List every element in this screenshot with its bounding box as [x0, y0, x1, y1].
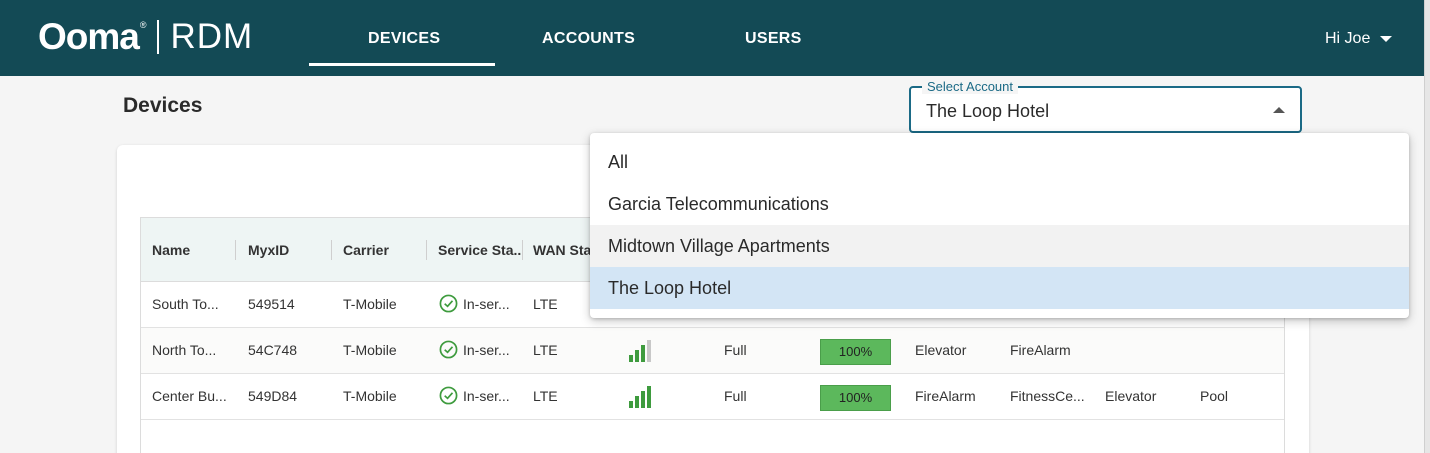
logo-rdm-text: RDM [170, 17, 254, 56]
cell-tag: FireAlarm [915, 388, 976, 404]
cell-name: North To... [152, 342, 217, 358]
column-header-carrier[interactable]: Carrier [343, 242, 389, 258]
page-title: Devices [123, 94, 203, 117]
cell-tag: FireAlarm [1010, 342, 1071, 358]
account-option-the-loop-hotel[interactable]: The Loop Hotel [590, 267, 1409, 309]
cell-wan: LTE [533, 388, 558, 404]
battery-level-badge: 100% [820, 339, 891, 365]
column-divider[interactable] [522, 240, 523, 260]
cell-tag: Pool [1200, 388, 1229, 404]
cell-carrier: T-Mobile [343, 296, 397, 312]
column-header-service-status[interactable]: Service Sta... [438, 242, 522, 258]
tab-accounts[interactable]: ACCOUNTS [542, 30, 635, 48]
chevron-down-icon [1380, 36, 1393, 42]
logo-ooma-text: Ooma [38, 16, 140, 57]
tab-users[interactable]: USERS [745, 30, 802, 48]
top-navbar: Ooma ® RDM DEVICES ACCOUNTS USERS Hi Joe [0, 0, 1424, 76]
ooma-rdm-logo[interactable]: Ooma ® RDM [38, 16, 253, 58]
select-account-label: Select Account [922, 79, 1018, 94]
column-header-name[interactable]: Name [152, 242, 190, 258]
window-scrollbar[interactable] [1424, 0, 1430, 453]
logo-registered-mark: ® [139, 20, 147, 30]
signal-strength-icon [629, 338, 651, 362]
column-header-wan-status[interactable]: WAN Sta [533, 242, 591, 258]
account-option-midtown-village-apartments[interactable]: Midtown Village Apartments [590, 225, 1409, 267]
cell-myxid: 549514 [248, 296, 295, 312]
service-status-text: In-ser... [463, 295, 510, 312]
table-row[interactable]: North To... 54C748 T-Mobile In-ser... LT… [141, 328, 1284, 374]
select-account-field[interactable]: Select Account The Loop Hotel [909, 79, 1302, 133]
cell-power: Full [724, 342, 747, 358]
active-tab-indicator [309, 63, 495, 66]
table-row[interactable]: Center Bu... 549D84 T-Mobile In-ser... L… [141, 374, 1284, 420]
cell-wan: LTE [533, 342, 558, 358]
check-circle-icon [439, 294, 458, 313]
signal-strength-icon [629, 384, 651, 408]
cell-tag: Elevator [1105, 388, 1157, 404]
check-circle-icon [439, 386, 458, 405]
cell-service-status: In-ser... [439, 294, 510, 313]
user-menu[interactable]: Hi Joe [1325, 30, 1393, 48]
account-option-garcia-telecommunications[interactable]: Garcia Telecommunications [590, 183, 1409, 225]
service-status-text: In-ser... [463, 341, 510, 358]
cell-name: South To... [152, 296, 219, 312]
user-greeting: Hi Joe [1325, 30, 1371, 47]
column-divider[interactable] [426, 240, 427, 260]
tab-devices[interactable]: DEVICES [368, 30, 440, 48]
column-header-myxid[interactable]: MyxID [248, 242, 289, 258]
cell-tag: Elevator [915, 342, 967, 358]
cell-service-status: In-ser... [439, 386, 510, 405]
service-status-text: In-ser... [463, 387, 510, 404]
cell-wan: LTE [533, 296, 558, 312]
cell-name: Center Bu... [152, 388, 227, 404]
column-divider[interactable] [331, 240, 332, 260]
cell-carrier: T-Mobile [343, 388, 397, 404]
cell-myxid: 549D84 [248, 388, 298, 404]
chevron-up-icon[interactable] [1273, 107, 1285, 113]
account-option-all[interactable]: All [590, 141, 1409, 183]
cell-service-status: In-ser... [439, 340, 510, 359]
cell-power: Full [724, 388, 747, 404]
battery-level-badge: 100% [820, 385, 891, 411]
select-account-value: The Loop Hotel [926, 101, 1050, 121]
account-dropdown-menu: All Garcia Telecommunications Midtown Vi… [590, 133, 1409, 318]
check-circle-icon [439, 340, 458, 359]
logo-divider [156, 20, 159, 54]
cell-tag: FitnessCe... [1010, 388, 1085, 404]
column-divider[interactable] [235, 240, 236, 260]
cell-carrier: T-Mobile [343, 342, 397, 358]
cell-myxid: 54C748 [248, 342, 298, 358]
